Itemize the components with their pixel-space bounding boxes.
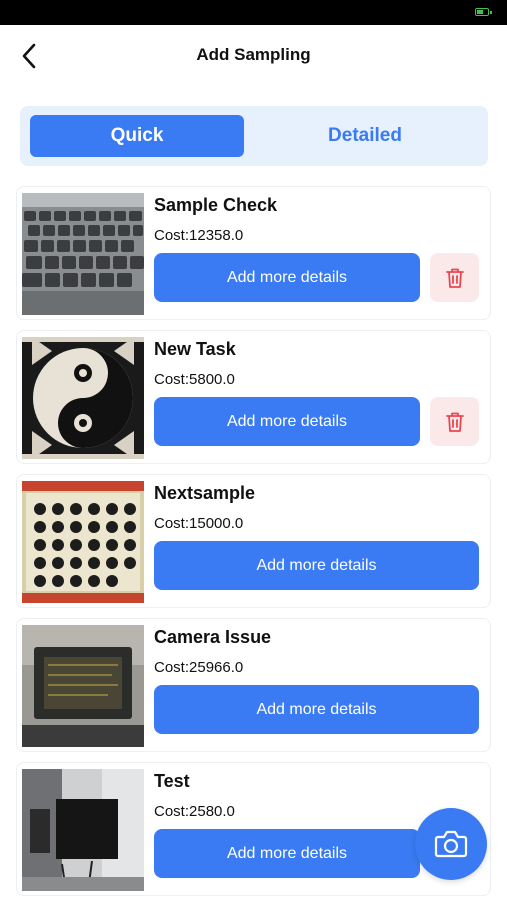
delete-button[interactable]: [430, 397, 479, 446]
sample-title: Sample Check: [154, 195, 278, 215]
sample-thumbnail: [22, 481, 144, 603]
sample-thumbnail: [22, 337, 144, 459]
camera-icon: [434, 830, 468, 858]
add-details-button[interactable]: Add more details: [154, 829, 420, 878]
battery-icon: [475, 8, 492, 16]
sample-cost: Cost:5800.0: [154, 371, 235, 388]
sample-title: Camera Issue: [154, 627, 272, 647]
sample-title: New Task: [154, 339, 236, 359]
add-details-button[interactable]: Add more details: [154, 541, 479, 590]
trash-icon: [445, 268, 464, 288]
add-details-button[interactable]: Add more details: [154, 397, 420, 446]
camera-button[interactable]: [415, 808, 487, 880]
sample-card: Nextsample Cost:15000.0 Add more details: [16, 474, 491, 608]
mode-toggle: Quick Detailed: [20, 106, 488, 166]
page-title: Add Sampling: [196, 45, 311, 64]
sample-cost: Cost:2580.0: [154, 803, 235, 820]
sample-cost: Cost:12358.0: [154, 227, 244, 244]
tab-detailed[interactable]: Detailed: [258, 115, 472, 157]
status-bar: [0, 0, 507, 25]
tab-quick[interactable]: Quick: [30, 115, 244, 157]
delete-button[interactable]: [430, 253, 479, 302]
sample-card: Sample Check Cost:12358.0 Add more detai…: [16, 186, 491, 320]
add-details-button[interactable]: Add more details: [154, 253, 420, 302]
sample-thumbnail: [22, 625, 144, 747]
sample-cost: Cost:15000.0: [154, 515, 244, 532]
sample-title: Nextsample: [154, 483, 256, 503]
sample-cost: Cost:25966.0: [154, 659, 244, 676]
sample-title: Test: [154, 771, 190, 791]
sample-thumbnail: [22, 193, 144, 315]
sample-card: Camera Issue Cost:25966.0 Add more detai…: [16, 618, 491, 752]
add-details-button[interactable]: Add more details: [154, 685, 479, 734]
header: Add Sampling: [0, 25, 507, 87]
sample-card: New Task Cost:5800.0 Add more details: [16, 330, 491, 464]
sample-thumbnail: [22, 769, 144, 891]
trash-icon: [445, 412, 464, 432]
